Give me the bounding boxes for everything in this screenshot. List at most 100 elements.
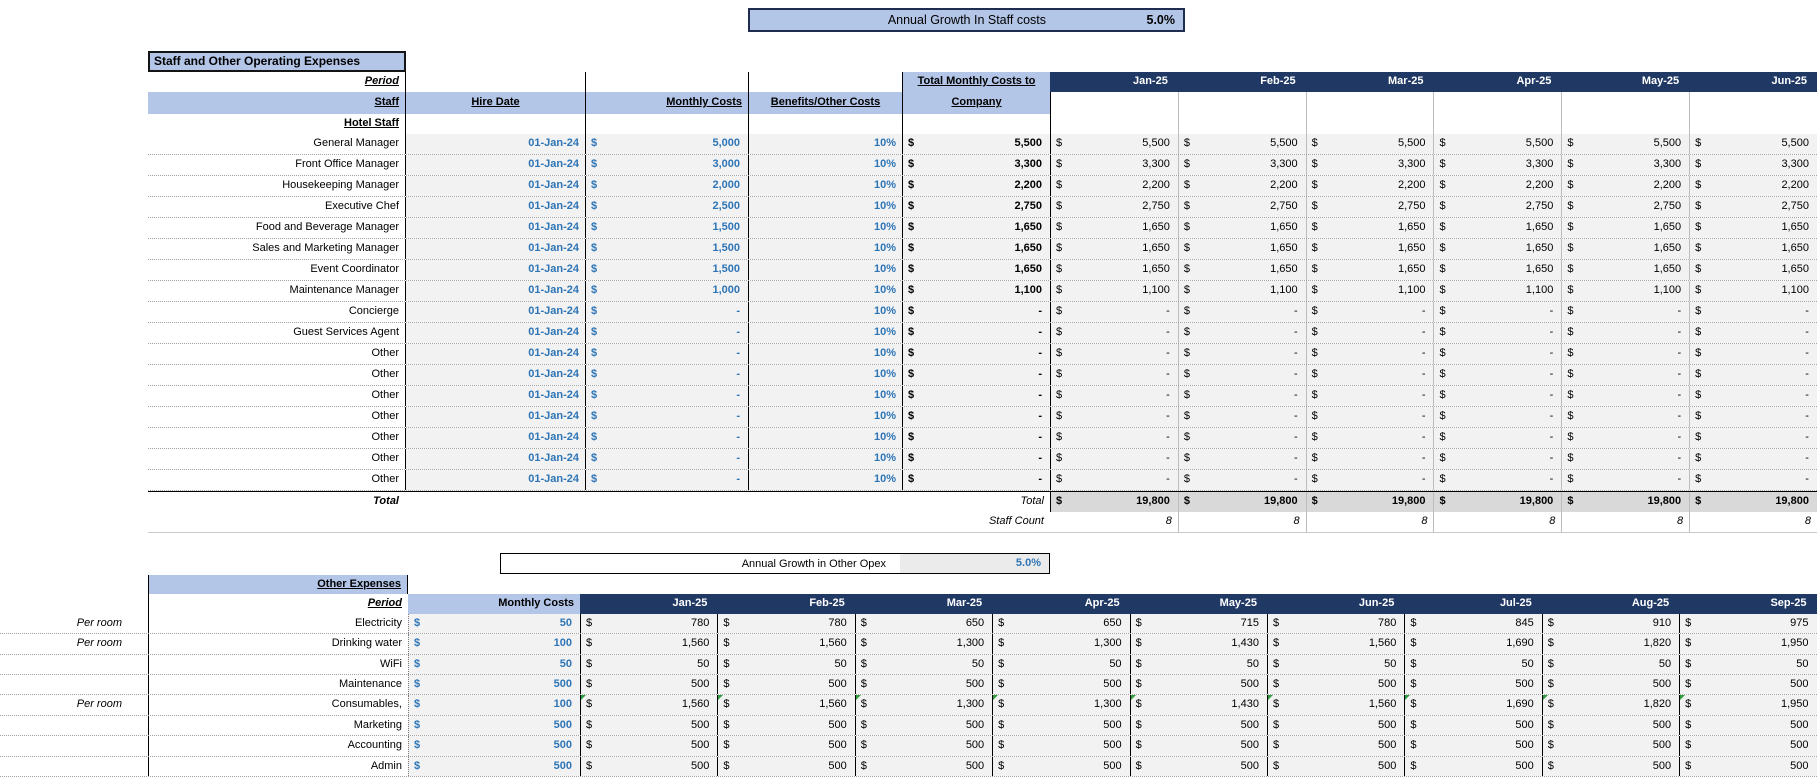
- expense-month-value-cell[interactable]: $650: [992, 614, 1129, 633]
- month-header[interactable]: Jun-25: [1267, 594, 1404, 613]
- month-value-cell[interactable]: $-: [1561, 470, 1689, 490]
- month-value-cell[interactable]: $3,300: [1689, 155, 1817, 175]
- month-value-cell[interactable]: $2,200: [1561, 176, 1689, 196]
- month-value-cell[interactable]: $-: [1689, 302, 1817, 322]
- month-value-cell[interactable]: $1,650: [1433, 239, 1561, 259]
- month-value-cell[interactable]: $1,650: [1561, 260, 1689, 280]
- month-value-cell[interactable]: $-: [1050, 386, 1178, 406]
- total-cost-cell[interactable]: $-: [902, 365, 1050, 385]
- monthly-cost-cell[interactable]: $-: [585, 386, 748, 406]
- unit-cost-cell[interactable]: $500: [408, 736, 580, 755]
- benefits-cell[interactable]: 10%: [748, 365, 902, 385]
- staff-name-cell[interactable]: Other: [148, 344, 405, 364]
- month-value-cell[interactable]: $2,200: [1178, 176, 1306, 196]
- total-month-value-cell[interactable]: $19,800: [1306, 492, 1434, 512]
- total-cost-cell[interactable]: $2,750: [902, 197, 1050, 217]
- expense-month-value-cell[interactable]: $500: [1542, 716, 1679, 735]
- expense-month-value-cell[interactable]: $1,560: [717, 695, 854, 714]
- benefits-cell[interactable]: 10%: [748, 428, 902, 448]
- total-cost-cell[interactable]: $2,200: [902, 176, 1050, 196]
- expense-month-value-cell[interactable]: $500: [1404, 757, 1541, 776]
- monthly-cost-cell[interactable]: $1,500: [585, 218, 748, 238]
- month-value-cell[interactable]: $1,100: [1306, 281, 1434, 301]
- staff-count-value-cell[interactable]: 8: [1561, 512, 1689, 532]
- expense-month-value-cell[interactable]: $845: [1404, 614, 1541, 633]
- month-value-cell[interactable]: $1,650: [1178, 218, 1306, 238]
- per-room-label[interactable]: Per room: [0, 634, 148, 653]
- staff-name-cell[interactable]: Event Coordinator: [148, 260, 405, 280]
- month-value-cell[interactable]: $1,100: [1433, 281, 1561, 301]
- staff-count-value-cell[interactable]: 8: [1178, 512, 1306, 532]
- month-value-cell[interactable]: $1,650: [1306, 239, 1434, 259]
- expense-month-value-cell[interactable]: $500: [580, 716, 717, 735]
- expense-month-value-cell[interactable]: $650: [855, 614, 992, 633]
- staff-total-label[interactable]: Total: [148, 492, 405, 512]
- month-value-cell[interactable]: $-: [1433, 386, 1561, 406]
- total-cost-cell[interactable]: $-: [902, 386, 1050, 406]
- month-value-cell[interactable]: $1,650: [1306, 218, 1434, 238]
- expense-month-value-cell[interactable]: $500: [992, 716, 1129, 735]
- month-value-cell[interactable]: $-: [1689, 470, 1817, 490]
- month-value-cell[interactable]: $-: [1433, 323, 1561, 343]
- expense-month-value-cell[interactable]: $500: [1267, 757, 1404, 776]
- expense-month-value-cell[interactable]: $500: [1404, 716, 1541, 735]
- staff-count-value-cell[interactable]: 8: [1689, 512, 1817, 532]
- staff-name-cell[interactable]: Other: [148, 365, 405, 385]
- expense-month-value-cell[interactable]: $1,690: [1404, 634, 1541, 653]
- unit-cost-cell[interactable]: $500: [408, 757, 580, 776]
- month-value-cell[interactable]: $3,300: [1050, 155, 1178, 175]
- unit-cost-cell[interactable]: $500: [408, 716, 580, 735]
- month-value-cell[interactable]: $-: [1178, 302, 1306, 322]
- month-value-cell[interactable]: $-: [1306, 407, 1434, 427]
- monthly-cost-cell[interactable]: $-: [585, 323, 748, 343]
- month-value-cell[interactable]: $-: [1306, 470, 1434, 490]
- expense-month-value-cell[interactable]: $1,300: [992, 634, 1129, 653]
- month-value-cell[interactable]: $3,300: [1561, 155, 1689, 175]
- expense-month-value-cell[interactable]: $50: [992, 655, 1129, 674]
- expense-month-value-cell[interactable]: $50: [1130, 655, 1267, 674]
- expense-month-value-cell[interactable]: $500: [1130, 757, 1267, 776]
- month-header[interactable]: Jul-25: [1404, 594, 1541, 613]
- month-value-cell[interactable]: $1,650: [1433, 218, 1561, 238]
- unit-cost-cell[interactable]: $100: [408, 695, 580, 714]
- staff-name-cell[interactable]: Other: [148, 386, 405, 406]
- expense-month-value-cell[interactable]: $780: [717, 614, 854, 633]
- expense-month-value-cell[interactable]: $1,690: [1404, 695, 1541, 714]
- month-value-cell[interactable]: $-: [1306, 449, 1434, 469]
- expense-name-cell[interactable]: Electricity: [148, 614, 408, 633]
- expense-month-value-cell[interactable]: $500: [1267, 716, 1404, 735]
- month-value-cell[interactable]: $5,500: [1178, 134, 1306, 154]
- monthly-cost-cell[interactable]: $5,000: [585, 134, 748, 154]
- monthly-cost-cell[interactable]: $-: [585, 407, 748, 427]
- month-value-cell[interactable]: $2,750: [1433, 197, 1561, 217]
- staff-total-label-right[interactable]: Total: [902, 492, 1050, 512]
- benefits-cell[interactable]: 10%: [748, 407, 902, 427]
- month-value-cell[interactable]: $2,200: [1689, 176, 1817, 196]
- month-header[interactable]: Apr-25: [992, 594, 1129, 613]
- hire-date-cell[interactable]: 01-Jan-24: [405, 344, 585, 364]
- hire-date-cell[interactable]: 01-Jan-24: [405, 134, 585, 154]
- month-value-cell[interactable]: $-: [1433, 365, 1561, 385]
- unit-cost-cell[interactable]: $50: [408, 655, 580, 674]
- header-monthly-costs[interactable]: Monthly Costs: [585, 92, 748, 114]
- total-cost-cell[interactable]: $1,100: [902, 281, 1050, 301]
- staff-count-value-cell[interactable]: 8: [1433, 512, 1561, 532]
- hire-date-cell[interactable]: 01-Jan-24: [405, 176, 585, 196]
- total-cost-cell[interactable]: $-: [902, 302, 1050, 322]
- expense-month-value-cell[interactable]: $1,560: [717, 634, 854, 653]
- staff-name-cell[interactable]: Housekeeping Manager: [148, 176, 405, 196]
- unit-cost-cell[interactable]: $50: [408, 614, 580, 633]
- month-value-cell[interactable]: $1,650: [1689, 260, 1817, 280]
- month-value-cell[interactable]: $1,650: [1306, 260, 1434, 280]
- expense-month-value-cell[interactable]: $780: [1267, 614, 1404, 633]
- expense-month-value-cell[interactable]: $500: [580, 675, 717, 694]
- expense-month-value-cell[interactable]: $500: [717, 716, 854, 735]
- expense-name-cell[interactable]: Maintenance: [148, 675, 408, 694]
- expense-month-value-cell[interactable]: $500: [1679, 736, 1816, 755]
- expense-month-value-cell[interactable]: $50: [1404, 655, 1541, 674]
- unit-cost-cell[interactable]: $500: [408, 675, 580, 694]
- expense-month-value-cell[interactable]: $50: [1679, 655, 1816, 674]
- hire-date-cell[interactable]: 01-Jan-24: [405, 239, 585, 259]
- total-month-value-cell[interactable]: $19,800: [1689, 492, 1817, 512]
- benefits-cell[interactable]: 10%: [748, 470, 902, 490]
